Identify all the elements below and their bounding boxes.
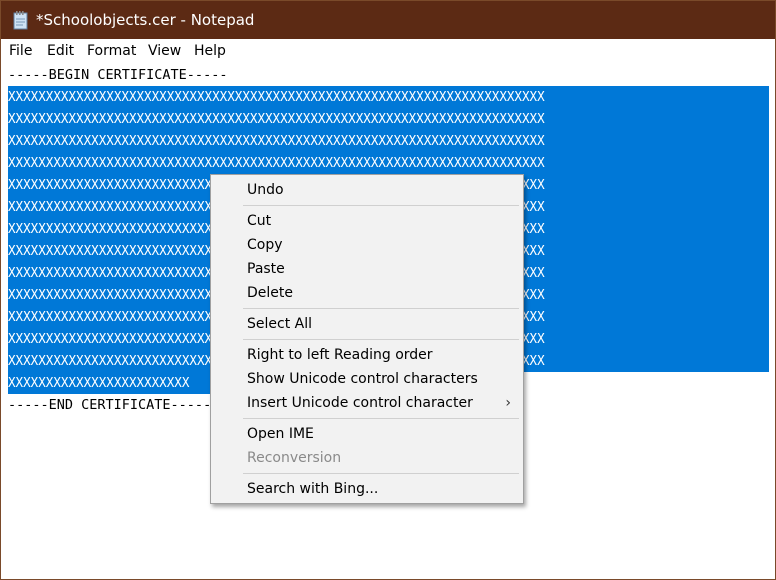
menu-format[interactable]: Format [87, 42, 136, 60]
menu-open-ime[interactable]: Open IME [211, 422, 523, 446]
menu-rtl-label: Right to left Reading order [247, 347, 433, 363]
menu-rtl-reading-order[interactable]: Right to left Reading order [211, 343, 523, 367]
menu-bar: File Edit Format View Help [1, 39, 775, 63]
title-bar[interactable]: *Schoolobjects.cer - Notepad [1, 1, 775, 39]
window-title: *Schoolobjects.cer - Notepad [36, 11, 255, 29]
submenu-arrow-icon: › [505, 395, 511, 411]
menu-file[interactable]: File [9, 42, 32, 60]
menu-view[interactable]: View [148, 42, 181, 60]
menu-separator [243, 308, 519, 309]
menu-insert-unicode-label: Insert Unicode control character [247, 395, 473, 411]
menu-copy[interactable]: Copy [211, 233, 523, 257]
selected-line: XXXXXXXXXXXXXXXXXXXXXXXXXXXXXXXXXXXXXXXX… [8, 130, 769, 152]
menu-show-unicode-label: Show Unicode control characters [247, 371, 478, 387]
notepad-window: *Schoolobjects.cer - Notepad File Edit F… [0, 0, 776, 580]
menu-separator [243, 205, 519, 206]
menu-separator [243, 418, 519, 419]
begin-certificate-line: -----BEGIN CERTIFICATE----- [8, 67, 228, 83]
menu-undo-label: Undo [247, 182, 284, 198]
menu-delete-label: Delete [247, 285, 293, 301]
menu-edit[interactable]: Edit [47, 42, 74, 60]
menu-separator [243, 339, 519, 340]
menu-cut[interactable]: Cut [211, 209, 523, 233]
selected-line: XXXXXXXXXXXXXXXXXXXXXXXXXXXXXXXXXXXXXXXX… [8, 86, 769, 108]
context-menu: Undo Cut Copy Paste Delete Select All Ri… [210, 174, 524, 504]
menu-reconversion-label: Reconversion [247, 450, 342, 466]
menu-insert-unicode[interactable]: Insert Unicode control character › [211, 391, 523, 415]
menu-select-all[interactable]: Select All [211, 312, 523, 336]
menu-reconversion: Reconversion [211, 446, 523, 470]
menu-select-all-label: Select All [247, 316, 312, 332]
menu-separator [243, 473, 519, 474]
notepad-icon [13, 11, 28, 30]
menu-paste[interactable]: Paste [211, 257, 523, 281]
selected-line: XXXXXXXXXXXXXXXXXXXXXXXXXXXXXXXXXXXXXXXX… [8, 152, 769, 174]
selected-line: XXXXXXXXXXXXXXXXXXXXXXXXXXXXXXXXXXXXXXXX… [8, 108, 769, 130]
menu-undo[interactable]: Undo [211, 178, 523, 202]
menu-cut-label: Cut [247, 213, 272, 229]
menu-search-bing-label: Search with Bing... [247, 481, 379, 497]
menu-open-ime-label: Open IME [247, 426, 314, 442]
menu-paste-label: Paste [247, 261, 285, 277]
end-certificate-line: -----END CERTIFICATE----- [8, 397, 212, 413]
menu-help[interactable]: Help [194, 42, 226, 60]
menu-search-bing[interactable]: Search with Bing... [211, 477, 523, 501]
menu-show-unicode[interactable]: Show Unicode control characters [211, 367, 523, 391]
menu-copy-label: Copy [247, 237, 283, 253]
menu-delete[interactable]: Delete [211, 281, 523, 305]
selected-line-last: XXXXXXXXXXXXXXXXXXXXXXXX [8, 372, 210, 394]
